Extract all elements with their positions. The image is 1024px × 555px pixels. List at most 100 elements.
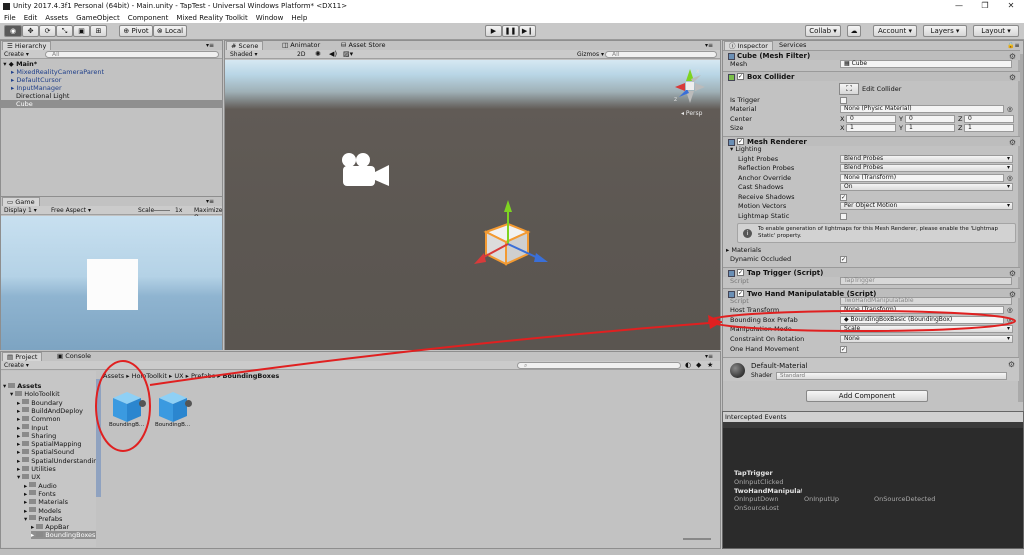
hierarchy-search-input[interactable]: All xyxy=(45,51,219,58)
rect-tool-icon[interactable]: ▣ xyxy=(73,25,90,37)
folder-tree-item-boundary[interactable]: ▸ Boundary xyxy=(17,399,96,407)
minimize-button[interactable]: — xyxy=(946,0,972,12)
breadcrumb-assets[interactable]: Assets xyxy=(103,372,124,380)
material-section[interactable]: Default-Material Shader Standard ⚙ xyxy=(723,357,1019,381)
pause-button[interactable]: ❚❚ xyxy=(502,25,519,37)
panel-menu-icon[interactable]: ▾≡ xyxy=(705,353,713,360)
chevron-down-icon[interactable]: ▾ xyxy=(3,382,6,390)
breadcrumb-holotoolkit[interactable]: HoloToolkit xyxy=(132,372,167,380)
shader-dropdown[interactable]: Standard xyxy=(776,372,1007,380)
asset-boundingbox-2[interactable]: BoundingB... xyxy=(155,390,199,434)
folder-tree-item-audio[interactable]: ▸ Audio xyxy=(24,482,96,490)
transform-tool-icon[interactable]: ⊞ xyxy=(90,25,107,37)
scale-slider[interactable] xyxy=(154,210,170,211)
chevron-right-icon[interactable]: ▸ xyxy=(24,498,27,506)
two-hand-enable-checkbox[interactable]: ✓ xyxy=(737,290,744,297)
close-button[interactable]: ✕ xyxy=(998,0,1024,12)
hierarchy-item-inputmanager[interactable]: ▸ InputManager xyxy=(1,84,223,92)
folder-tree-item-utilities[interactable]: ▸ Utilities xyxy=(17,465,96,473)
lighting-foldout[interactable]: ▾ Lighting xyxy=(725,145,1015,154)
cast-shadows-dropdown[interactable]: On ▾ xyxy=(840,183,1013,191)
audio-toggle-icon[interactable]: ◀) xyxy=(329,50,337,58)
selected-cube-gizmo[interactable] xyxy=(472,198,552,283)
step-button[interactable]: ▶❙ xyxy=(519,25,536,37)
motion-vectors-dropdown[interactable]: Per Object Motion ▾ xyxy=(840,202,1013,210)
tab-hierarchy[interactable]: ☰ Hierarchy xyxy=(2,41,52,50)
tab-project[interactable]: ▤ Project xyxy=(2,352,43,361)
chevron-right-icon[interactable]: ▸ xyxy=(31,523,34,531)
shading-dropdown[interactable]: Shaded ▾ xyxy=(230,51,258,58)
chevron-down-icon[interactable]: ▾ xyxy=(17,473,20,481)
project-create-button[interactable]: Create ▾ xyxy=(4,362,29,369)
reflection-probes-dropdown[interactable]: Blend Probes ▾ xyxy=(840,164,1013,172)
breadcrumb-prefabs[interactable]: Prefabs xyxy=(191,372,215,380)
hierarchy-item-defaultcursor[interactable]: ▸ DefaultCursor xyxy=(1,76,223,84)
box-collider-header[interactable]: ✓ Box Collider ⚙ xyxy=(723,71,1020,83)
edit-collider-button[interactable]: ⛶ xyxy=(839,83,859,95)
chevron-right-icon[interactable]: ▸ xyxy=(17,465,20,473)
menu-edit[interactable]: Edit xyxy=(20,14,42,22)
project-search-input[interactable]: ⌕ xyxy=(517,362,681,369)
scene-viewport[interactable]: x z ◂ Persp xyxy=(225,60,720,350)
maximize-button[interactable]: ❐ xyxy=(972,0,998,12)
breadcrumb-boundingboxes[interactable]: BoundingBoxes xyxy=(223,372,280,380)
chevron-right-icon[interactable]: ▸ xyxy=(24,507,27,515)
local-toggle[interactable]: ⊗ Local xyxy=(153,25,187,37)
hierarchy-create-button[interactable]: Create ▾ xyxy=(4,51,29,58)
host-transform-field[interactable]: None (Transform) xyxy=(840,306,1004,314)
rotate-tool-icon[interactable]: ⟳ xyxy=(39,25,56,37)
folder-tree-scrollbar[interactable] xyxy=(96,379,101,497)
effects-dropdown-icon[interactable]: ▨▾ xyxy=(343,50,353,58)
folder-tree-item-spatialunderstandin[interactable]: ▸ SpatialUnderstandin xyxy=(17,457,96,465)
scene-search-input[interactable]: All xyxy=(605,51,717,58)
cloud-icon[interactable]: ☁ xyxy=(847,25,861,37)
object-picker-icon[interactable]: ◎ xyxy=(1007,105,1013,114)
hierarchy-item-directional-light[interactable]: Directional Light xyxy=(1,92,223,100)
tab-scene[interactable]: # Scene xyxy=(226,41,264,50)
move-tool-icon[interactable]: ✥ xyxy=(22,25,39,37)
folder-tree-item-spatialsound[interactable]: ▸ SpatialSound xyxy=(17,448,96,456)
folder-tree-item-sharing[interactable]: ▸ Sharing xyxy=(17,432,96,440)
menu-gameobject[interactable]: GameObject xyxy=(72,14,124,22)
inspector-scrollbar[interactable] xyxy=(1018,54,1023,402)
one-hand-movement-checkbox[interactable]: ✓ xyxy=(840,346,847,353)
menu-mixed-reality-toolkit[interactable]: Mixed Reality Toolkit xyxy=(172,14,251,22)
chevron-right-icon[interactable]: ▸ xyxy=(17,424,20,432)
component-settings-gear-icon[interactable]: ⚙ xyxy=(1009,73,1016,83)
chevron-down-icon[interactable]: ▾ xyxy=(24,515,27,523)
folder-tree-item-common[interactable]: ▸ Common xyxy=(17,415,96,423)
icon-size-slider[interactable] xyxy=(683,538,711,540)
chevron-right-icon[interactable]: ▸ xyxy=(17,399,20,407)
folder-tree-item-fonts[interactable]: ▸ Fonts xyxy=(24,490,96,498)
size-y-field[interactable]: 1 xyxy=(905,124,955,132)
tab-asset-store[interactable]: ⛁ Asset Store xyxy=(337,41,390,50)
favorite-icon[interactable]: ★ xyxy=(707,361,713,369)
chevron-right-icon[interactable]: ▸ xyxy=(17,432,20,440)
folder-tree-item-boundingboxes[interactable]: ▸ BoundingBoxes xyxy=(31,531,96,540)
object-picker-icon[interactable]: ◎ xyxy=(1007,174,1013,183)
hierarchy-item-cube[interactable]: Cube xyxy=(1,100,223,108)
collab-dropdown[interactable]: Collab ▾ xyxy=(805,25,841,37)
aspect-dropdown[interactable]: Free Aspect ▾ xyxy=(51,207,91,214)
layout-dropdown[interactable]: Layout ▾ xyxy=(973,25,1019,37)
folder-tree-item-appbar[interactable]: ▸ AppBar xyxy=(31,523,96,531)
pivot-toggle[interactable]: ⊕ Pivot xyxy=(119,25,153,37)
tab-game[interactable]: ▭ Game xyxy=(2,197,40,206)
size-z-field[interactable]: 1 xyxy=(964,124,1014,132)
hand-tool-icon[interactable]: ◉ xyxy=(4,25,22,37)
camera-gizmo-icon[interactable] xyxy=(339,150,391,190)
lightmap-static-checkbox[interactable] xyxy=(840,213,847,220)
breadcrumb-ux[interactable]: UX xyxy=(174,372,183,380)
persp-label[interactable]: ◂ Persp xyxy=(681,110,702,117)
lock-icon[interactable]: 🔒≡ xyxy=(1007,42,1020,49)
size-x-field[interactable]: 1 xyxy=(846,124,896,132)
chevron-down-icon[interactable]: ▾ xyxy=(10,390,13,398)
tap-trigger-enable-checkbox[interactable]: ✓ xyxy=(737,269,744,276)
chevron-right-icon[interactable]: ▸ xyxy=(17,457,20,465)
panel-menu-icon[interactable]: ▾≡ xyxy=(206,42,214,49)
folder-tree-item-ux[interactable]: ▾ UX xyxy=(17,473,96,481)
is-trigger-checkbox[interactable] xyxy=(840,97,847,104)
folder-tree-item-materials[interactable]: ▸ Materials xyxy=(24,498,96,506)
menu-component[interactable]: Component xyxy=(124,14,173,22)
tab-services[interactable]: Services xyxy=(775,41,810,50)
